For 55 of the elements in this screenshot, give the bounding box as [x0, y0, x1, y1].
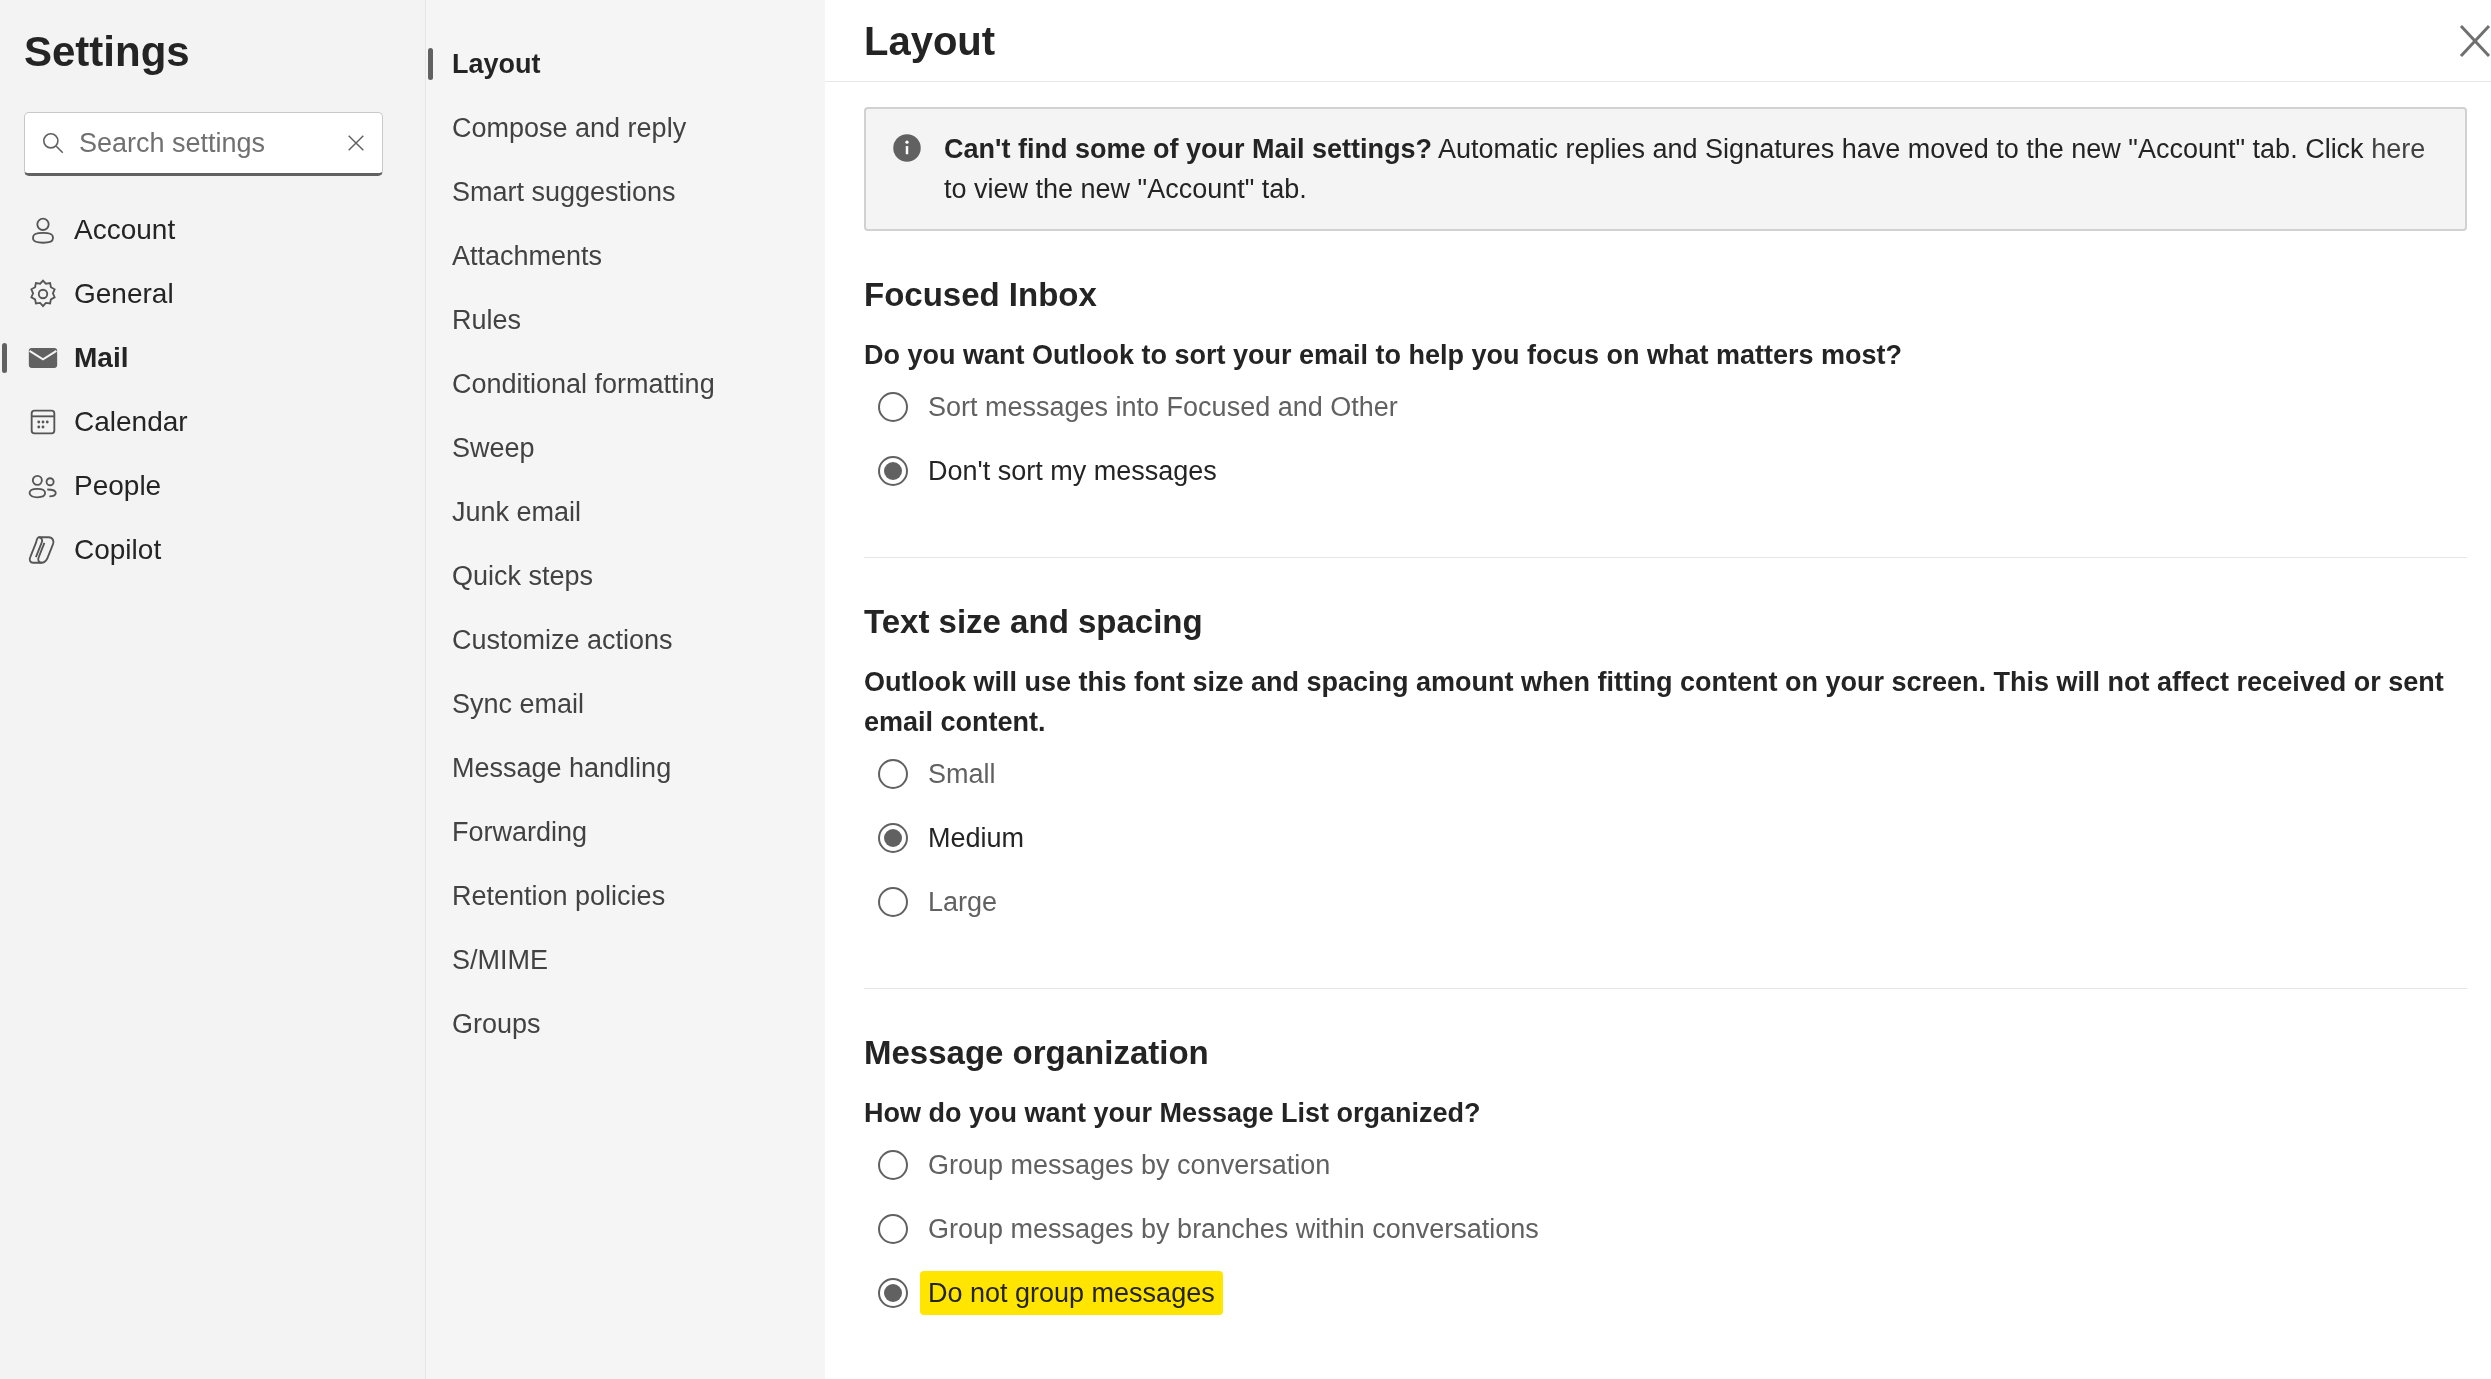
- radio-button[interactable]: [878, 392, 908, 422]
- section-question: How do you want your Message List organized?: [864, 1097, 1482, 1130]
- subnav-item[interactable]: Retention policies: [426, 875, 666, 917]
- subnav-item[interactable]: Conditional formatting: [426, 363, 715, 405]
- nav-item[interactable]: Mail: [0, 337, 129, 379]
- nav-item[interactable]: People: [0, 465, 162, 507]
- section-question: Outlook will use this font size and spacing amount when fitting content on your screen. This will not affect received or sent email content.: [864, 666, 2445, 739]
- info-icon: [892, 133, 922, 163]
- nav-item[interactable]: Calendar: [0, 401, 188, 443]
- option-label: Medium: [927, 821, 1026, 855]
- selection-bar: [428, 48, 433, 80]
- highlighted-option-label: Do not group messages: [920, 1270, 1223, 1316]
- subnav-item[interactable]: S/MIME: [426, 939, 548, 981]
- nav-item[interactable]: Account: [0, 209, 176, 251]
- section-heading: Focused Inbox: [864, 275, 1098, 315]
- option-label: Small: [927, 757, 997, 791]
- subnav-item[interactable]: Customize actions: [426, 619, 673, 661]
- subnav-item[interactable]: Compose and reply: [426, 107, 687, 149]
- option-label: Group messages by conversation: [927, 1148, 1332, 1182]
- panel-title: Layout: [864, 17, 996, 65]
- section-heading: Text size and spacing: [864, 602, 1204, 642]
- subnav-item[interactable]: Sweep: [426, 427, 535, 469]
- close-icon[interactable]: [2459, 23, 2491, 58]
- radio-button[interactable]: [878, 1150, 908, 1180]
- section-question: Do you want Outlook to sort your email to help you focus on what matters most?: [864, 339, 1904, 372]
- subnav-item[interactable]: Groups: [426, 1003, 541, 1045]
- option-label: Sort messages into Focused and Other: [927, 390, 1399, 424]
- subnav-item[interactable]: Message handling: [426, 747, 672, 789]
- info-message: Can't find some of your Mail settings? Automatic replies and Signatures have moved to the new "Account" tab. Click here to view the new "Account" tab.: [944, 133, 2427, 206]
- selection-bar: [2, 343, 7, 373]
- subnav-item[interactable]: Forwarding: [426, 811, 588, 853]
- radio-button[interactable]: [878, 823, 908, 853]
- subnav-item[interactable]: Rules: [426, 299, 522, 341]
- nav-item[interactable]: General: [0, 273, 174, 315]
- section-heading: Message organization: [864, 1033, 1210, 1073]
- radio-button[interactable]: [878, 887, 908, 917]
- subnav-item[interactable]: Attachments: [426, 235, 603, 277]
- clear-icon[interactable]: [345, 132, 367, 154]
- subnav-item[interactable]: Quick steps: [426, 555, 594, 597]
- here-link[interactable]: here: [2371, 134, 2426, 164]
- option-label: Group messages by branches within conversations: [927, 1212, 1540, 1246]
- option-label: Large: [927, 885, 999, 919]
- radio-button[interactable]: [878, 456, 908, 486]
- nav-item[interactable]: Copilot: [0, 529, 162, 571]
- subnav-item[interactable]: Sync email: [426, 683, 585, 725]
- radio-button[interactable]: [878, 759, 908, 789]
- subnav-item[interactable]: Layout: [426, 43, 541, 85]
- search-icon: [40, 130, 66, 156]
- subnav-item[interactable]: Smart suggestions: [426, 171, 676, 213]
- option-label: Don't sort my messages: [927, 454, 1218, 488]
- radio-button[interactable]: [878, 1214, 908, 1244]
- settings-title: Settings: [23, 27, 191, 77]
- search-field[interactable]: Search settings: [24, 112, 383, 176]
- radio-button[interactable]: [878, 1278, 908, 1308]
- subnav-item[interactable]: Junk email: [426, 491, 582, 533]
